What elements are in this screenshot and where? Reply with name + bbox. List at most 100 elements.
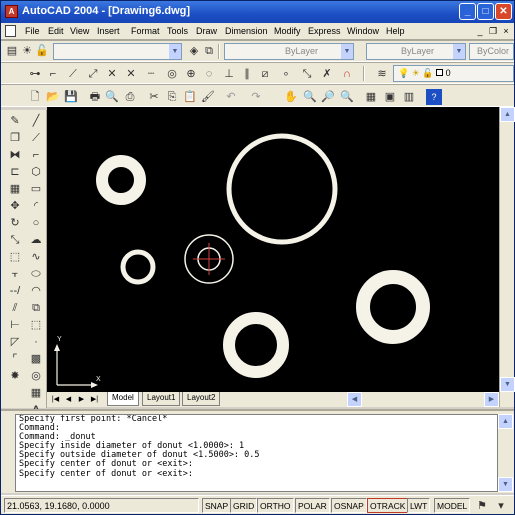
command-scrollbar[interactable]: ▲ ▼ <box>498 414 513 492</box>
coordinates-readout[interactable]: 21.0563, 19.1680, 0.0000 <box>4 498 199 513</box>
osnap-settings-icon[interactable]: ∩ <box>339 66 355 82</box>
status-menu-arrow-icon[interactable]: ▾ <box>493 498 509 514</box>
region-icon[interactable]: ◎ <box>28 368 44 384</box>
snap-nearest-icon[interactable]: ⤡ <box>299 66 315 82</box>
menu-insert[interactable]: Insert <box>97 26 120 36</box>
offset-icon[interactable]: ⊏ <box>7 164 23 180</box>
snap-node-icon[interactable]: ∘ <box>278 66 294 82</box>
snap-parallel-icon[interactable]: ∥ <box>239 66 255 82</box>
last-tab-icon[interactable]: ▶| <box>89 394 100 405</box>
doc-minimize-button[interactable]: _ <box>475 26 485 37</box>
model-toggle[interactable]: MODEL <box>434 498 471 513</box>
minimize-button[interactable]: _ <box>459 3 476 20</box>
donut-small-top-left[interactable] <box>96 155 146 205</box>
otrack-toggle[interactable]: OTRACK <box>367 498 409 513</box>
properties-icon[interactable]: ▦ <box>363 89 379 105</box>
first-tab-icon[interactable]: |◀ <box>50 394 61 405</box>
snap-quadrant-icon[interactable]: ⊕ <box>183 66 199 82</box>
layer-state-icon[interactable]: ☀ <box>19 43 35 59</box>
temp-tracking-icon[interactable]: ⊶ <box>27 66 43 82</box>
vertical-scrollbar[interactable]: ▲ ▼ <box>499 107 515 407</box>
plot-preview-icon[interactable]: 🔍 <box>104 89 120 105</box>
lwt-toggle[interactable]: LWT <box>407 498 431 513</box>
extend-icon[interactable]: --/ <box>7 283 23 299</box>
snap-perpendicular-icon[interactable]: ⊥ <box>221 66 237 82</box>
undo-icon[interactable]: ↶ <box>223 89 239 105</box>
grid-toggle[interactable]: GRID <box>230 498 258 513</box>
color-combo[interactable]: ByLayer ▼ <box>224 43 354 60</box>
document-icon[interactable] <box>5 25 16 37</box>
command-prompt[interactable]: Specify center of donut or <exit>: <box>19 469 497 479</box>
construction-line-icon[interactable]: ⟋ <box>28 130 44 146</box>
polygon-icon[interactable]: ⬡ <box>28 164 44 180</box>
plotstyle-combo[interactable]: ByColor <box>469 43 514 60</box>
scroll-up-arrow-icon[interactable]: ▲ <box>498 414 513 429</box>
scroll-left-arrow-icon[interactable]: ◀ <box>347 392 362 407</box>
menu-file[interactable]: File <box>25 26 40 36</box>
break-icon[interactable]: ⫽ <box>7 300 23 316</box>
drawing-area[interactable]: Y X <box>47 107 499 392</box>
scroll-right-arrow-icon[interactable]: ▶ <box>484 392 499 407</box>
revision-cloud-icon[interactable]: ☁ <box>28 232 44 248</box>
insert-block-icon[interactable]: ⧉ <box>28 300 44 316</box>
menu-express[interactable]: Express <box>308 26 341 36</box>
donut-bottom[interactable] <box>223 312 289 378</box>
zoom-window-icon[interactable]: 🔎 <box>320 89 336 105</box>
polar-toggle[interactable]: POLAR <box>295 498 330 513</box>
snap-midpoint-icon[interactable]: ⤢ <box>85 66 101 82</box>
lock-icon[interactable]: 🔓 <box>34 43 50 59</box>
snap-apparent-intersection-icon[interactable]: ✕ <box>123 66 139 82</box>
spline-icon[interactable]: ∿ <box>28 249 44 265</box>
arc-icon[interactable]: ◜ <box>28 198 44 214</box>
current-layer-combo[interactable]: 💡 ☀ 🔓 0 <box>393 65 514 82</box>
table-icon[interactable]: ▦ <box>28 385 44 401</box>
layers-icon[interactable]: ≋ <box>374 66 390 82</box>
new-icon[interactable]: 🗋 <box>27 89 43 105</box>
menu-help[interactable]: Help <box>386 26 405 36</box>
redo-icon[interactable]: ↷ <box>248 89 264 105</box>
snap-intersection-icon[interactable]: ✕ <box>104 66 120 82</box>
make-block-icon[interactable]: ⬚ <box>28 317 44 333</box>
publish-icon[interactable]: ⎙ <box>122 89 138 105</box>
doc-restore-button[interactable]: ❐ <box>488 26 498 37</box>
ellipse-icon[interactable]: ⬭ <box>28 266 44 282</box>
communication-center-icon[interactable]: ⚑ <box>474 498 490 514</box>
osnap-toggle[interactable]: OSNAP <box>331 498 367 513</box>
maximize-button[interactable]: □ <box>477 3 494 20</box>
layer-properties-icon[interactable]: ▤ <box>4 43 20 59</box>
move-icon[interactable]: ✥ <box>7 198 23 214</box>
explode-icon[interactable]: ✸ <box>7 368 23 384</box>
rectangle-icon[interactable]: ▭ <box>28 181 44 197</box>
menu-dimension[interactable]: Dimension <box>225 26 268 36</box>
snap-center-icon[interactable]: ◎ <box>164 66 180 82</box>
copy-icon[interactable]: ⎘ <box>164 89 180 105</box>
horizontal-scrollbar[interactable]: ◀ ▶ <box>347 392 499 407</box>
zoom-realtime-icon[interactable]: 🔍 <box>302 89 318 105</box>
menu-edit[interactable]: Edit <box>48 26 64 36</box>
layer-previous-icon[interactable]: ⧉ <box>201 43 217 59</box>
open-icon[interactable]: 📂 <box>45 89 61 105</box>
polyline-icon[interactable]: ⌐ <box>28 147 44 163</box>
mirror-icon[interactable]: ⧓ <box>7 147 23 163</box>
rotate-icon[interactable]: ↻ <box>7 215 23 231</box>
command-history[interactable]: Specify first point: *Cancel* Command: C… <box>15 414 498 492</box>
tab-layout1[interactable]: Layout1 <box>142 392 181 406</box>
snap-tangent-icon[interactable]: ◌ <box>201 66 217 82</box>
snap-none-icon[interactable]: ✗ <box>319 66 335 82</box>
copy-object-icon[interactable]: ❐ <box>7 130 23 146</box>
zoom-previous-icon[interactable]: 🔍 <box>339 89 355 105</box>
array-icon[interactable]: ▦ <box>7 181 23 197</box>
close-button[interactable]: ✕ <box>495 3 512 20</box>
donut-large-top[interactable] <box>226 133 338 245</box>
linetype-combo[interactable]: ByLayer ▼ <box>366 43 466 60</box>
donut-right[interactable] <box>356 270 430 344</box>
menu-format[interactable]: Format <box>131 26 160 36</box>
paste-icon[interactable]: 📋 <box>182 89 198 105</box>
menu-view[interactable]: View <box>70 26 89 36</box>
match-properties-icon[interactable]: 🖌 <box>200 89 216 105</box>
tool-palettes-icon[interactable]: ▥ <box>401 89 417 105</box>
help-icon[interactable]: ? <box>426 89 442 105</box>
scale-icon[interactable]: ⤡ <box>7 232 23 248</box>
fillet-icon[interactable]: ⌜ <box>7 351 23 367</box>
erase-icon[interactable]: ✎ <box>7 113 23 129</box>
